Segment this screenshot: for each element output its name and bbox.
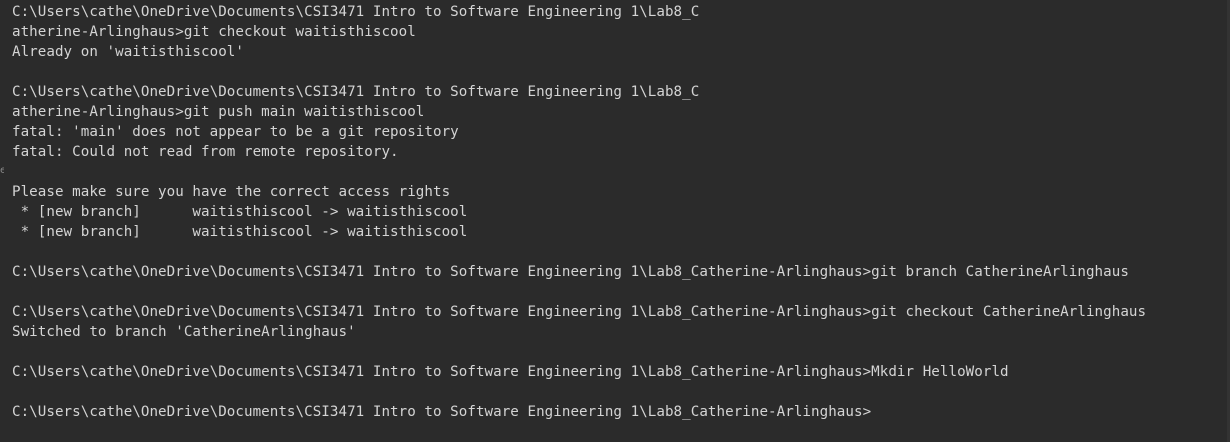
terminal-prompt-line[interactable]: C:\Users\cathe\OneDrive\Documents\CSI347… bbox=[12, 402, 1230, 422]
left-edge-glyph: e bbox=[0, 165, 4, 176]
terminal-line: * [new branch] waitisthiscool -> waitist… bbox=[12, 204, 468, 220]
terminal-line: fatal: 'main' does not appear to be a gi… bbox=[12, 124, 459, 140]
terminal-line: atherine-Arlinghaus>git checkout waitist… bbox=[12, 24, 416, 40]
terminal-output[interactable]: C:\Users\cathe\OneDrive\Documents\CSI347… bbox=[0, 0, 1230, 442]
terminal-line: Switched to branch 'CatherineArlinghaus' bbox=[12, 324, 356, 340]
terminal-line: * [new branch] waitisthiscool -> waitist… bbox=[12, 224, 468, 240]
terminal-line: C:\Users\cathe\OneDrive\Documents\CSI347… bbox=[12, 264, 1129, 280]
terminal-line: atherine-Arlinghaus>git push main waitis… bbox=[12, 104, 425, 120]
terminal-line: Please make sure you have the correct ac… bbox=[12, 184, 451, 200]
terminal-line: fatal: Could not read from remote reposi… bbox=[12, 144, 399, 160]
terminal-line: Already on 'waitisthiscool' bbox=[12, 44, 244, 60]
terminal-line: C:\Users\cathe\OneDrive\Documents\CSI347… bbox=[12, 84, 700, 100]
terminal-line: C:\Users\cathe\OneDrive\Documents\CSI347… bbox=[12, 4, 700, 20]
terminal-line: C:\Users\cathe\OneDrive\Documents\CSI347… bbox=[12, 304, 1147, 320]
terminal-line: C:\Users\cathe\OneDrive\Documents\CSI347… bbox=[12, 364, 1009, 380]
